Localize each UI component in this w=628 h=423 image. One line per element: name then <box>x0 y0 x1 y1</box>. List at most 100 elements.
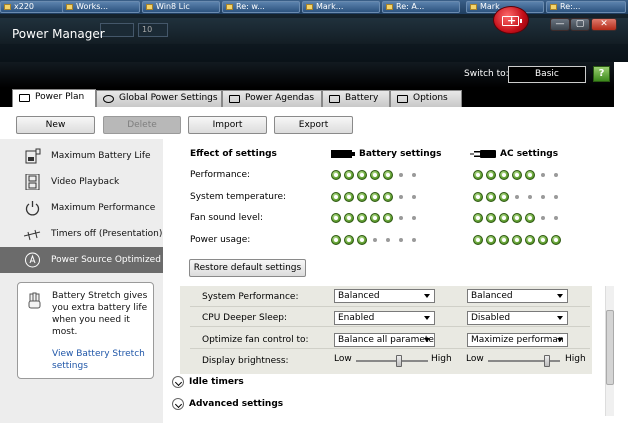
meter-dot-filled <box>344 192 354 202</box>
meter-dot-filled <box>512 170 522 180</box>
taskbar-item[interactable]: Re: w... <box>222 1 300 13</box>
battery-cpu-deeper-sleep-select[interactable]: Enabled <box>334 311 435 325</box>
battery-fan-control-select[interactable]: Balance all paramete <box>334 333 435 347</box>
taskbar-item[interactable]: Re:... <box>546 1 626 13</box>
meter-dot-filled <box>344 213 354 223</box>
battery-system-performance-select[interactable]: Balanced <box>334 289 435 303</box>
cpu-deeper-sleep-label: CPU Deeper Sleep: <box>202 313 288 323</box>
meter-dot-filled <box>512 235 522 245</box>
meter-dot-filled <box>499 235 509 245</box>
taskbar-item[interactable]: Mark... <box>302 1 380 13</box>
battery-effect-meter <box>331 213 419 223</box>
close-button[interactable]: ✕ <box>591 18 617 31</box>
minimize-button[interactable]: — <box>550 18 570 31</box>
battery-alert-icon[interactable]: + <box>493 6 529 34</box>
help-icon[interactable]: ? <box>593 66 610 82</box>
background-font-size: 10 <box>138 23 168 37</box>
sidebar-item-timers-off[interactable]: Timers off (Presentation) <box>0 221 163 247</box>
meter-dot-empty <box>412 216 416 220</box>
optimize-fan-label: Optimize fan control to: <box>202 335 309 345</box>
window-icon <box>386 4 393 10</box>
switch-to-label: Switch to: <box>464 69 509 79</box>
sidebar-item-video-playback[interactable]: Video Playback <box>0 169 163 195</box>
window-icon <box>470 4 477 10</box>
meter-dot-filled <box>357 170 367 180</box>
import-button[interactable]: Import <box>188 116 267 134</box>
sidebar-item-maximum-performance[interactable]: Maximum Performance <box>0 195 163 221</box>
battery-stretch-link[interactable]: View Battery Stretch settings <box>52 348 152 372</box>
background-combo <box>100 23 134 37</box>
ac-effect-meter <box>473 192 561 202</box>
meter-dot-empty <box>412 173 416 177</box>
battery-effect-meter <box>331 170 419 180</box>
meter-dot-filled <box>512 213 522 223</box>
restore-defaults-button[interactable]: Restore default settings <box>189 259 306 277</box>
expand-chevron-icon <box>172 376 184 388</box>
window-icon <box>226 4 233 10</box>
battery-plug-icon <box>25 148 41 164</box>
tab-battery[interactable]: Battery <box>322 90 390 107</box>
slider-thumb[interactable] <box>544 355 551 367</box>
tab-options[interactable]: Options <box>390 90 462 107</box>
maximize-button[interactable]: ▢ <box>570 18 590 31</box>
ac-effect-meter <box>473 170 561 180</box>
meter-dot-filled <box>551 235 561 245</box>
sidebar-item-maximum-battery-life[interactable]: Maximum Battery Life <box>0 143 163 169</box>
sidebar-item-label: Maximum Performance <box>51 203 156 213</box>
meter-dot-empty <box>399 238 403 242</box>
power-plan-icon <box>19 94 30 102</box>
meter-dot-empty <box>412 238 416 242</box>
window-icon <box>550 4 557 10</box>
meter-dot-empty <box>541 195 545 199</box>
meter-dot-empty <box>541 173 545 177</box>
meter-dot-empty <box>399 173 403 177</box>
taskbar-item[interactable]: Win8 Lic <box>142 1 220 13</box>
taskbar-item-label: x220 <box>14 2 35 11</box>
taskbar-item[interactable]: Re: A... <box>382 1 460 13</box>
window-icon <box>4 4 11 10</box>
battery-stretch-text: Battery Stretch gives you extra battery … <box>52 291 148 337</box>
tab-power-agendas[interactable]: Power Agendas <box>222 90 322 107</box>
effect-heading: Effect of settings <box>190 149 277 159</box>
taskbar-item[interactable]: Works... <box>62 1 140 13</box>
meter-dot-filled <box>473 170 483 180</box>
meter-dot-filled <box>331 192 341 202</box>
window-icon <box>66 4 73 10</box>
delete-button[interactable]: Delete <box>103 116 181 134</box>
window-icon <box>306 4 313 10</box>
sidebar-item-label: Maximum Battery Life <box>51 151 151 161</box>
taskbar-item-label: Re:... <box>560 2 581 11</box>
tab-power-plan[interactable]: Power Plan <box>12 89 96 107</box>
meter-dot-filled <box>486 213 496 223</box>
meter-dot-empty <box>554 173 558 177</box>
ac-brightness-slider[interactable] <box>488 355 560 367</box>
switch-to-basic-button[interactable]: Basic <box>508 66 586 83</box>
ac-fan-control-select[interactable]: Maximize performan <box>467 333 568 347</box>
ac-brightness-low: Low <box>466 354 484 364</box>
effect-row-label: System temperature: <box>190 192 287 202</box>
sidebar-item-power-source-optimized[interactable]: Power Source Optimized <box>0 247 163 273</box>
meter-dot-empty <box>554 195 558 199</box>
meter-dot-filled <box>486 170 496 180</box>
taskbar-item-label: Works... <box>76 2 109 11</box>
meter-dot-filled <box>370 213 380 223</box>
slider-thumb[interactable] <box>395 355 402 367</box>
new-button[interactable]: New <box>16 116 95 134</box>
ac-system-performance-select[interactable]: Balanced <box>467 289 568 303</box>
meter-dot-empty <box>399 195 403 199</box>
tab-global-power-settings[interactable]: Global Power Settings <box>96 90 222 107</box>
effect-row-label: Fan sound level: <box>190 213 264 223</box>
taskbar-item-label: Win8 Lic <box>156 2 190 11</box>
sidebar-item-label: Power Source Optimized <box>51 255 161 265</box>
meter-dot-filled <box>473 213 483 223</box>
system-performance-label: System Performance: <box>202 292 299 302</box>
battery-brightness-low: Low <box>334 354 352 364</box>
taskbar-item-label: Mark... <box>316 2 344 11</box>
battery-brightness-slider[interactable] <box>356 355 428 367</box>
export-button[interactable]: Export <box>274 116 353 134</box>
presentation-icon <box>24 229 41 241</box>
scrollbar-thumb[interactable] <box>606 310 614 385</box>
app-title: Power Manager <box>12 27 105 41</box>
ac-cpu-deeper-sleep-select[interactable]: Disabled <box>467 311 568 325</box>
expand-chevron-icon <box>172 398 184 410</box>
